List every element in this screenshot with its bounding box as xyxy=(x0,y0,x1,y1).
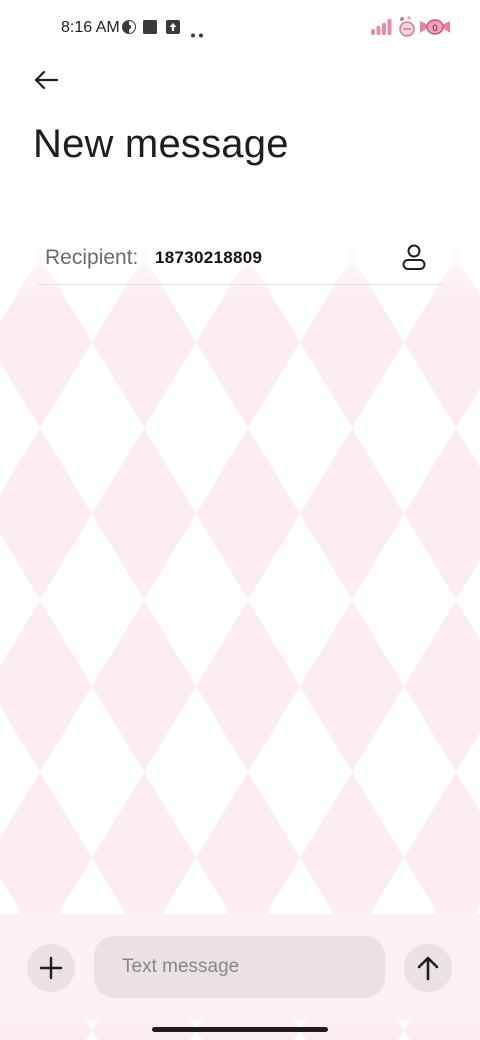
send-button[interactable] xyxy=(404,944,452,992)
status-bar: 8:16 AM 0 xyxy=(0,0,480,56)
select-contact-button[interactable] xyxy=(394,240,434,274)
recipient-label: Recipient: xyxy=(45,246,139,269)
theme-icon xyxy=(121,19,137,40)
back-button[interactable] xyxy=(26,62,66,98)
arrow-left-icon xyxy=(34,70,59,90)
svg-text:0: 0 xyxy=(432,24,438,34)
sticker-ribbon-icon: 0 xyxy=(418,17,452,42)
sticker-candy-icon xyxy=(396,15,418,44)
compose-bar xyxy=(0,914,480,1020)
page-title: New message xyxy=(33,122,289,166)
plus-icon xyxy=(39,956,63,980)
home-indicator[interactable] xyxy=(152,1027,328,1032)
upload-arrow-icon xyxy=(165,19,181,40)
sticker-bars-icon xyxy=(370,17,394,42)
more-dots-icon xyxy=(190,25,204,43)
status-time: 8:16 AM xyxy=(61,19,120,36)
recipient-value[interactable]: 18730218809 xyxy=(155,248,262,268)
person-icon xyxy=(402,244,426,270)
recipient-field[interactable]: Recipient: 18730218809 xyxy=(36,234,444,285)
text-message-input[interactable] xyxy=(94,936,385,998)
square-notification-icon xyxy=(142,19,158,40)
arrow-up-icon xyxy=(417,956,439,981)
add-attachment-button[interactable] xyxy=(27,944,75,992)
